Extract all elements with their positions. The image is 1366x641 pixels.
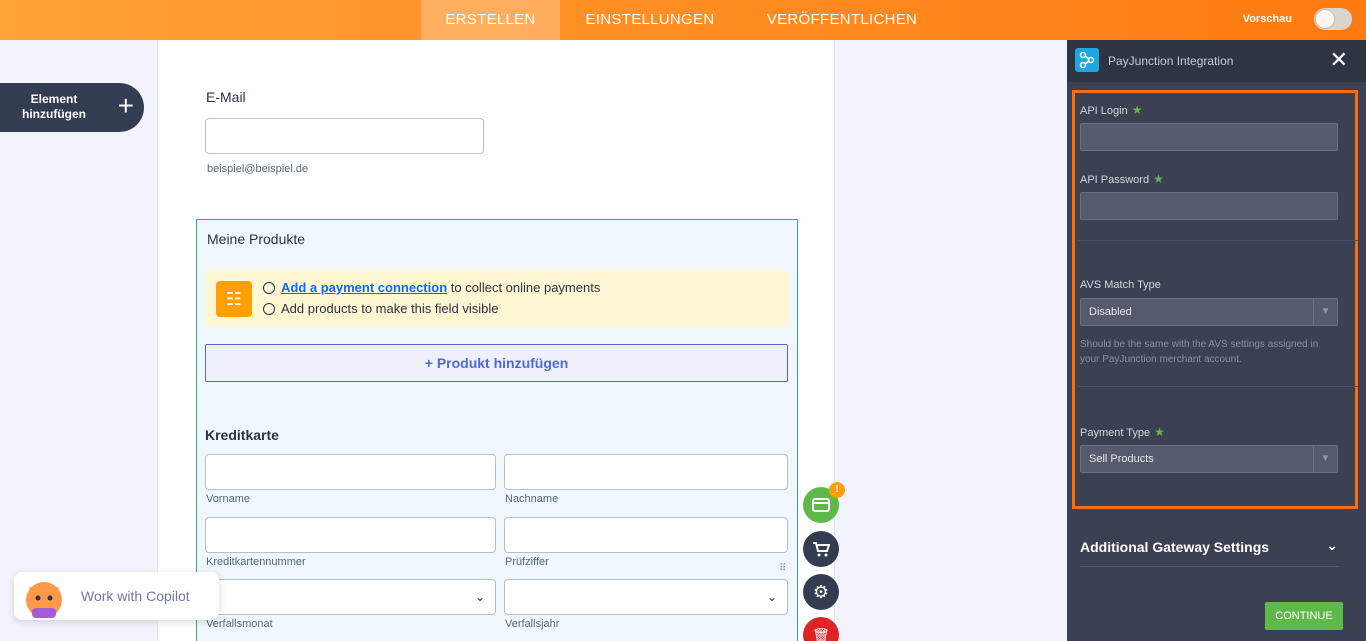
payjunction-logo-icon bbox=[1075, 48, 1099, 72]
first-name-input[interactable] bbox=[205, 454, 496, 490]
gear-icon: ⚙ bbox=[812, 582, 830, 602]
first-name-sublabel: Vorname bbox=[206, 493, 251, 505]
preview-toggle[interactable] bbox=[1314, 8, 1352, 30]
cvv-sublabel: Prüfziffer bbox=[505, 556, 549, 568]
products-title: Meine Produkte bbox=[207, 231, 306, 247]
chevron-down-icon: ⌄ bbox=[474, 590, 485, 604]
email-sublabel: beispiel@beispiel.de bbox=[207, 163, 309, 175]
last-name-input[interactable] bbox=[504, 454, 788, 490]
api-login-input[interactable] bbox=[1080, 123, 1338, 151]
required-star-icon: ★ bbox=[1154, 425, 1165, 439]
payment-type-label-text: Payment Type bbox=[1080, 427, 1151, 439]
add-element-label: Element hinzufügen bbox=[22, 92, 86, 121]
divider bbox=[1078, 240, 1358, 241]
settings-button[interactable]: ⚙ bbox=[803, 574, 839, 610]
payment-type-value: Sell Products bbox=[1089, 453, 1154, 465]
copilot-button[interactable]: Work with Copilot bbox=[14, 572, 219, 620]
preview-label: Vorschau bbox=[1242, 13, 1292, 25]
chevron-down-icon[interactable]: ⌄ bbox=[1326, 537, 1338, 554]
api-login-label-text: API Login bbox=[1080, 105, 1128, 117]
credit-card-title: Kreditkarte bbox=[205, 427, 279, 443]
chevron-down-icon: ⌄ bbox=[766, 590, 777, 604]
api-password-label: API Password ★ bbox=[1080, 172, 1164, 186]
divider bbox=[1078, 386, 1358, 387]
additional-gateway-settings-toggle[interactable]: Additional Gateway Settings bbox=[1080, 539, 1269, 555]
tab-einstellungen[interactable]: EINSTELLUNGEN bbox=[570, 0, 730, 40]
panel-title: PayJunction Integration bbox=[1108, 54, 1234, 68]
notice-text-1: to collect online payments bbox=[447, 280, 601, 295]
email-input[interactable] bbox=[205, 118, 484, 154]
api-password-label-text: API Password bbox=[1080, 174, 1150, 186]
exp-month-select[interactable]: ⌄ bbox=[205, 579, 496, 615]
cvv-input[interactable] bbox=[504, 517, 788, 553]
products-field[interactable]: Meine Produkte ☷ Add a payment connectio… bbox=[196, 219, 798, 641]
drag-handle-icon[interactable]: ⠿ bbox=[779, 564, 787, 574]
tab-veroeffentlichen[interactable]: VERÖFFENTLICHEN bbox=[748, 0, 936, 40]
required-star-icon: ★ bbox=[1153, 172, 1164, 186]
exp-year-select[interactable]: ⌄ bbox=[504, 579, 788, 615]
avs-label: AVS Match Type bbox=[1080, 279, 1161, 291]
add-product-button[interactable]: + Produkt hinzufügen bbox=[205, 344, 788, 382]
notice-row-2: Add products to make this field visible bbox=[263, 301, 499, 316]
cart-button[interactable] bbox=[803, 531, 839, 567]
api-password-input[interactable] bbox=[1080, 192, 1338, 220]
payment-type-label: Payment Type ★ bbox=[1080, 425, 1165, 439]
exp-month-sublabel: Verfallsmonat bbox=[206, 618, 273, 630]
close-icon[interactable]: ✕ bbox=[1330, 48, 1348, 72]
notice-text-2: Add products to make this field visible bbox=[281, 301, 499, 316]
checklist-icon: ☷ bbox=[216, 281, 252, 317]
avs-help-text: Should be the same with the AVS settings… bbox=[1080, 339, 1319, 365]
form-canvas: E-Mail beispiel@beispiel.de Meine Produk… bbox=[157, 40, 835, 641]
chevron-down-icon: ▼ bbox=[1313, 299, 1337, 325]
add-payment-connection-link[interactable]: Add a payment connection bbox=[281, 280, 447, 295]
cart-icon bbox=[813, 542, 831, 557]
avs-select[interactable]: Disabled ▼ bbox=[1080, 298, 1338, 326]
required-star-icon: ★ bbox=[1131, 103, 1143, 117]
radio-icon bbox=[263, 303, 275, 315]
copilot-label: Work with Copilot bbox=[81, 588, 190, 604]
toggle-knob bbox=[1316, 10, 1334, 28]
divider bbox=[1080, 566, 1339, 567]
payment-notice: ☷ Add a payment connection to collect on… bbox=[206, 270, 788, 327]
credit-card-icon bbox=[812, 498, 830, 512]
payment-type-select[interactable]: Sell Products ▼ bbox=[1080, 445, 1338, 473]
chevron-down-icon: ▼ bbox=[1313, 446, 1337, 472]
card-number-input[interactable] bbox=[205, 517, 496, 553]
top-navigation-bar: ERSTELLEN EINSTELLUNGEN VERÖFFENTLICHEN … bbox=[0, 0, 1366, 40]
add-element-button[interactable]: Element hinzufügen + bbox=[0, 83, 144, 132]
radio-icon bbox=[263, 282, 275, 294]
continue-button[interactable]: CONTINUE bbox=[1265, 602, 1343, 630]
warning-badge: ! bbox=[829, 482, 845, 498]
plus-icon: + bbox=[117, 90, 134, 121]
panel-header: PayJunction Integration ✕ bbox=[1067, 40, 1366, 82]
last-name-sublabel: Nachname bbox=[505, 493, 559, 505]
api-login-label: API Login ★ bbox=[1080, 103, 1142, 117]
trash-icon: 🗑 bbox=[812, 627, 830, 641]
tab-erstellen[interactable]: ERSTELLEN bbox=[421, 0, 560, 40]
copilot-avatar-icon bbox=[26, 582, 62, 618]
highlighted-settings-box: API Login ★ API Password ★ AVS Match Type … bbox=[1072, 90, 1358, 509]
exp-year-sublabel: Verfallsjahr bbox=[505, 618, 560, 630]
card-number-sublabel: Kreditkartennummer bbox=[206, 556, 306, 568]
payjunction-panel: PayJunction Integration ✕ API Login ★ API… bbox=[1067, 40, 1366, 641]
notice-row-1: Add a payment connection to collect onli… bbox=[263, 280, 600, 295]
email-label: E-Mail bbox=[206, 89, 246, 105]
avs-value: Disabled bbox=[1089, 306, 1132, 318]
